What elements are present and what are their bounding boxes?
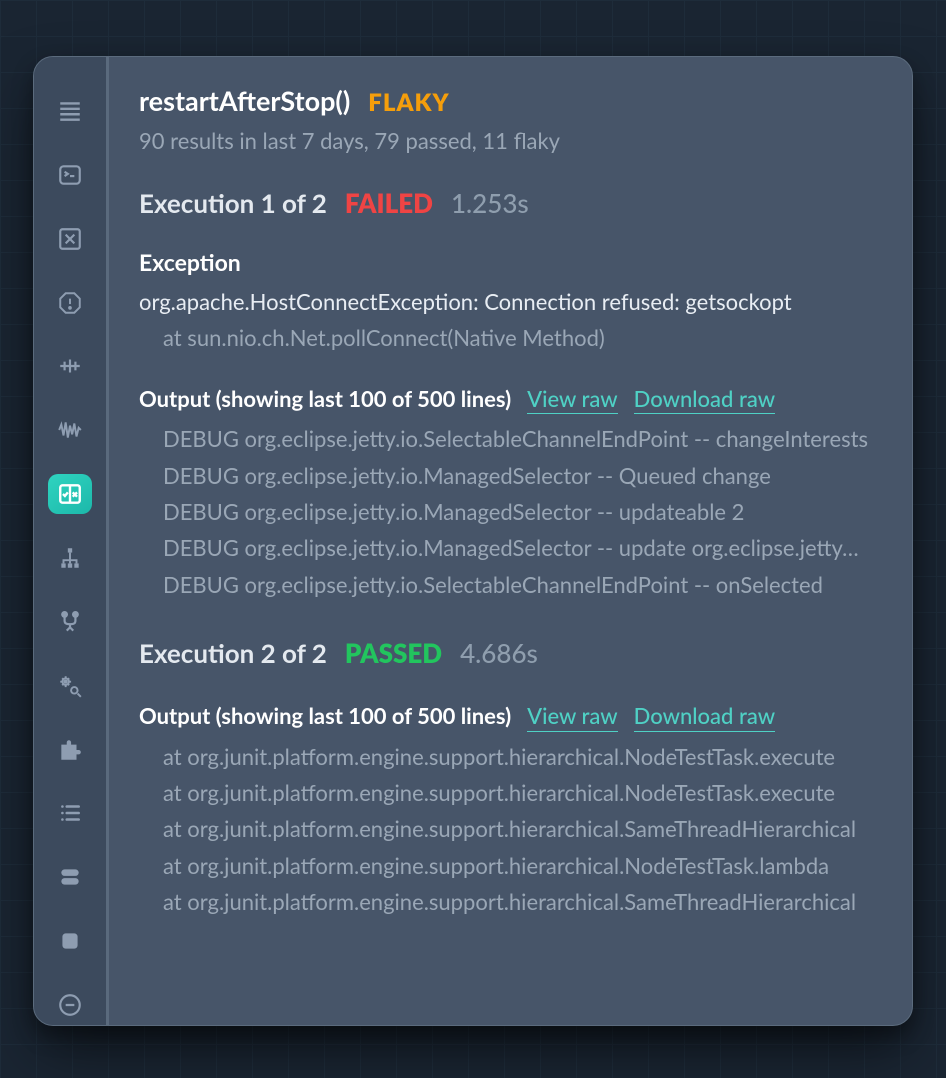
execution-1-header: Execution 1 of 2 FAILED 1.253s — [139, 188, 882, 219]
execution-1-output-header: Output (showing last 100 of 500 lines) V… — [139, 386, 882, 414]
trace-line: at org.junit.platform.engine.support.hie… — [139, 816, 882, 842]
puzzle-icon — [57, 737, 83, 763]
sidebar-item-wave[interactable] — [48, 410, 92, 450]
trace-line: at org.junit.platform.engine.support.hie… — [139, 744, 882, 770]
log-line: DEBUG org.eclipse.jetty.io.ManagedSelect… — [139, 499, 882, 525]
execution-1-status: FAILED — [345, 188, 433, 219]
results-summary: 90 results in last 7 days, 79 passed, 11… — [139, 128, 882, 154]
execution-2-status: PASSED — [345, 638, 442, 669]
view-raw-link[interactable]: View raw — [527, 703, 618, 731]
exception-heading: Exception — [139, 249, 882, 277]
trace-line: at org.junit.platform.engine.support.hie… — [139, 853, 882, 879]
execution-1-logs: DEBUG org.eclipse.jetty.io.SelectableCha… — [139, 426, 882, 598]
sidebar-item-list[interactable] — [48, 91, 92, 131]
output-heading: Output (showing last 100 of 500 lines) — [139, 703, 511, 729]
sidebar-item-tests[interactable] — [48, 474, 92, 514]
x-square-icon — [57, 226, 83, 252]
terminal-icon — [57, 162, 83, 188]
sidebar-item-tasks[interactable] — [48, 793, 92, 833]
square-solid-icon — [57, 928, 83, 954]
tests-icon — [57, 481, 83, 507]
branch-icon — [57, 609, 83, 635]
sidebar — [34, 57, 106, 1025]
sidebar-item-terminal[interactable] — [48, 155, 92, 195]
sidebar-item-plugin[interactable] — [48, 730, 92, 770]
execution-2-title: Execution 2 of 2 — [139, 638, 327, 669]
execution-2-logs: at org.junit.platform.engine.support.hie… — [139, 744, 882, 916]
flaky-badge: FLAKY — [368, 89, 449, 118]
sidebar-item-stop[interactable] — [48, 921, 92, 961]
gears-icon — [57, 673, 83, 699]
view-raw-link[interactable]: View raw — [527, 386, 618, 414]
execution-1-duration: 1.253s — [451, 188, 529, 219]
exception-stack-line: at sun.nio.ch.Net.pollConnect(Native Met… — [139, 325, 882, 351]
minus-circle-icon — [57, 992, 83, 1018]
execution-2-output-header: Output (showing last 100 of 500 lines) V… — [139, 703, 882, 731]
results-panel: restartAfterStop() FLAKY 90 results in l… — [33, 56, 913, 1026]
execution-1-title: Execution 1 of 2 — [139, 188, 327, 219]
exception-message: org.apache.HostConnectException: Connect… — [139, 289, 882, 315]
download-raw-link[interactable]: Download raw — [634, 703, 775, 731]
alert-octagon-icon — [57, 290, 83, 316]
download-raw-link[interactable]: Download raw — [634, 386, 775, 414]
test-name: restartAfterStop() — [139, 85, 350, 117]
task-list-icon — [57, 800, 83, 826]
execution-2-duration: 4.686s — [460, 638, 538, 669]
sidebar-item-tree[interactable] — [48, 538, 92, 578]
sidebar-item-branches[interactable] — [48, 602, 92, 642]
content: restartAfterStop() FLAKY 90 results in l… — [109, 57, 912, 1025]
list-icon — [57, 98, 83, 124]
timeline-icon — [57, 353, 83, 379]
execution-2-header: Execution 2 of 2 PASSED 4.686s — [139, 638, 882, 669]
waveform-icon — [57, 417, 83, 443]
output-heading: Output (showing last 100 of 500 lines) — [139, 386, 511, 412]
log-line: DEBUG org.eclipse.jetty.io.ManagedSelect… — [139, 535, 882, 561]
log-line: DEBUG org.eclipse.jetty.io.SelectableCha… — [139, 572, 882, 598]
trace-line: at org.junit.platform.engine.support.hie… — [139, 780, 882, 806]
sidebar-item-timeline[interactable] — [48, 346, 92, 386]
log-line: DEBUG org.eclipse.jetty.io.ManagedSelect… — [139, 463, 882, 489]
log-line: DEBUG org.eclipse.jetty.io.SelectableCha… — [139, 426, 882, 452]
sidebar-item-minus[interactable] — [48, 985, 92, 1025]
sidebar-item-pills[interactable] — [48, 857, 92, 897]
sidebar-item-close-box[interactable] — [48, 219, 92, 259]
server-icon — [57, 864, 83, 890]
tree-icon — [57, 545, 83, 571]
sidebar-item-config[interactable] — [48, 666, 92, 706]
trace-line: at org.junit.platform.engine.support.hie… — [139, 889, 882, 915]
sidebar-item-alert[interactable] — [48, 283, 92, 323]
